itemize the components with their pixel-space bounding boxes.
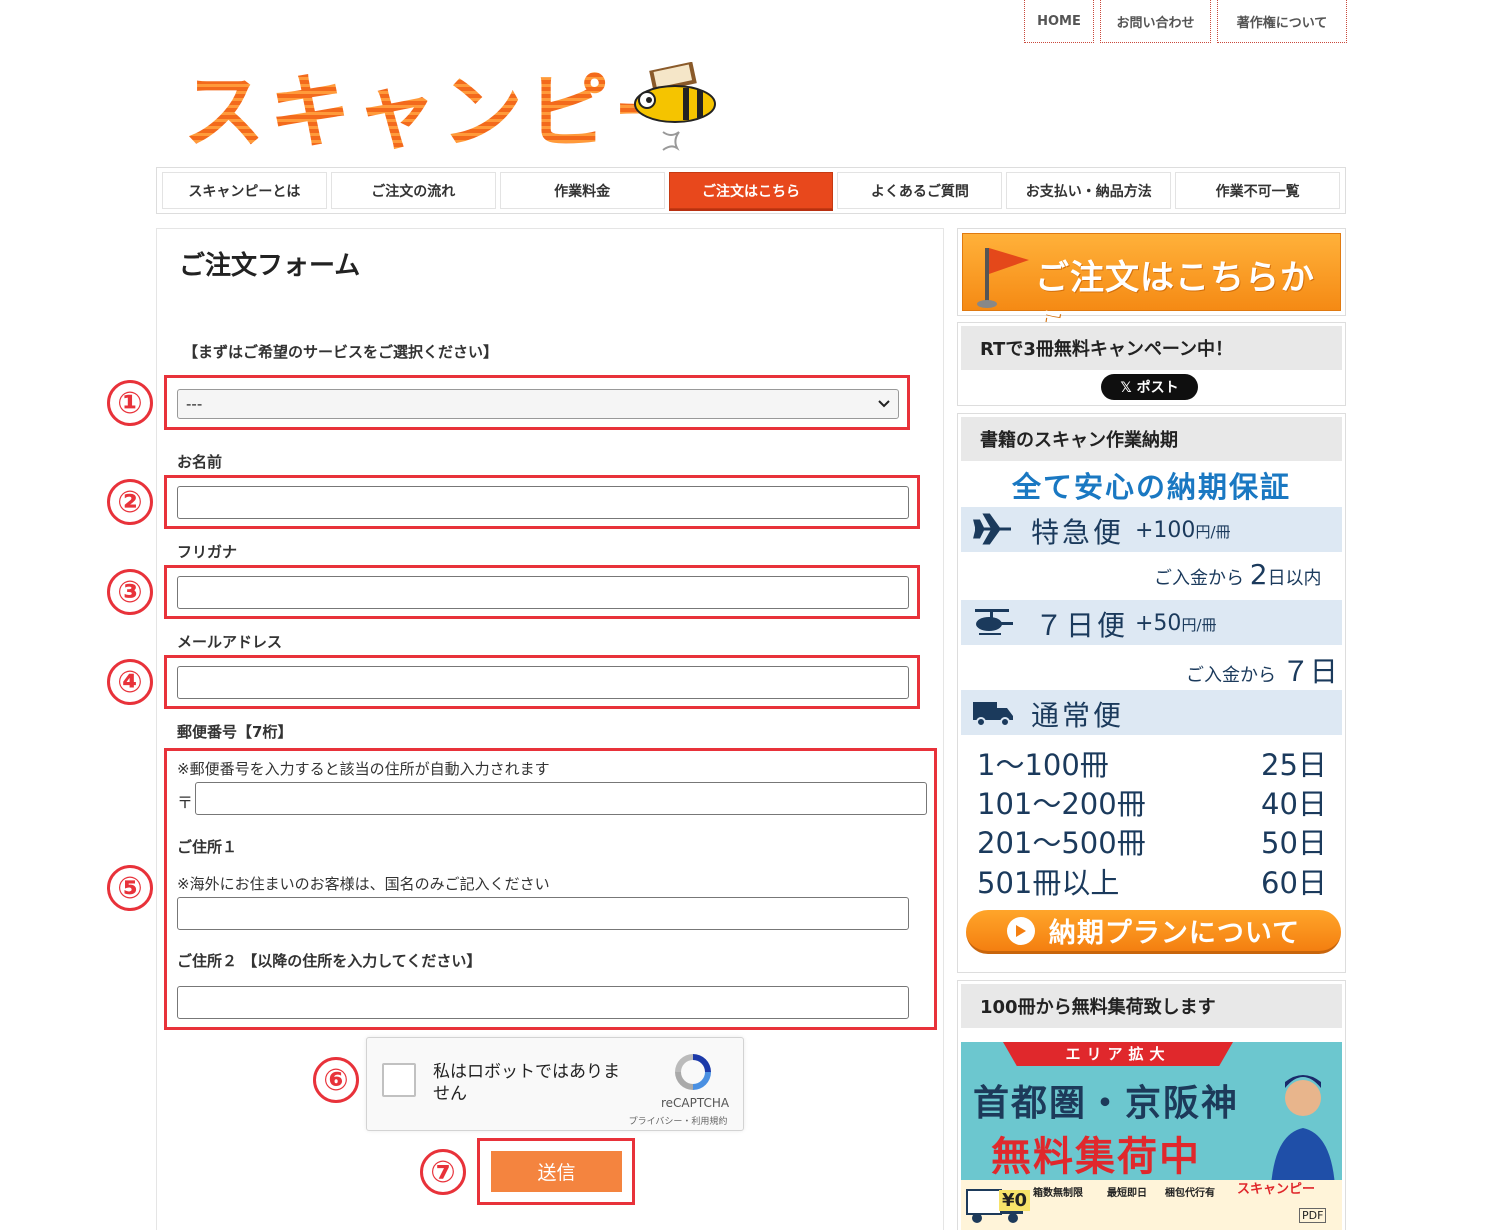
pickup-ribbon: エリア拡大 <box>1003 1042 1233 1066</box>
name-label: お名前 <box>177 453 223 471</box>
helicopter-icon <box>975 609 1013 635</box>
tier-days: 50日 <box>1261 826 1327 860</box>
express-price: +100円/冊 <box>1135 518 1231 543</box>
plan-headline: 全て安心の納期保証 <box>1011 470 1291 504</box>
annotation-number-2: ② <box>107 479 153 525</box>
nav-about[interactable]: スキャンピーとは <box>162 172 327 209</box>
annotation-box-4 <box>164 655 920 709</box>
airplane-icon <box>973 513 1011 545</box>
pickup-banner[interactable]: エリア拡大 首都圏・京阪神 無料集荷中 ¥0 箱数無制限 最短即日 梱包代行有 … <box>961 1042 1342 1230</box>
tier-range: 201〜500冊 <box>977 826 1146 860</box>
pickup-box: 100冊から無料集荷致します エリア拡大 首都圏・京阪神 無料集荷中 ¥0 箱数… <box>957 980 1346 1230</box>
annotation-number-7: ⑦ <box>420 1149 466 1195</box>
truck-icon <box>973 702 1013 727</box>
nav-not-possible[interactable]: 作業不可一覧 <box>1175 172 1341 209</box>
tier-days: 25日 <box>1261 748 1327 782</box>
tier-days: 60日 <box>1261 866 1327 900</box>
nav-order[interactable]: ご注文はこちら <box>668 172 834 209</box>
top-links: HOME お問い合わせ 著作権について <box>1024 0 1347 43</box>
annotation-box-5 <box>164 748 937 1030</box>
furigana-label: フリガナ <box>177 543 238 561</box>
nav-pricing[interactable]: 作業料金 <box>499 172 665 209</box>
recaptcha-checkbox[interactable] <box>382 1063 416 1097</box>
delivery-box: 書籍のスキャン作業納期 全て安心の納期保証 特急便 +100円/冊 ご入金から … <box>957 413 1346 973</box>
page-title: ご注文フォーム <box>179 251 361 281</box>
email-label: メールアドレス <box>177 633 283 651</box>
week-price: +50円/冊 <box>1135 611 1217 636</box>
pickup-feature: 梱包代行有 <box>1165 1188 1215 1199</box>
copyright-link[interactable]: 著作権について <box>1217 0 1347 43</box>
annotation-number-1: ① <box>107 380 153 426</box>
annotation-box-2 <box>164 475 920 529</box>
campaign-box: RTで3冊無料キャンペーン中！ 𝕏 ポスト <box>957 322 1346 406</box>
pickup-free: 無料集荷中 <box>991 1134 1201 1180</box>
week-sub: ご入金から ７日 <box>1186 655 1338 688</box>
pickup-brand: スキャンピー <box>1237 1182 1316 1197</box>
pickup-yen: ¥0 <box>999 1190 1031 1211</box>
tier-days: 40日 <box>1261 787 1327 821</box>
flag-icon <box>977 248 1029 308</box>
annotation-box-1 <box>164 375 910 430</box>
pickup-feature: 最短即日 <box>1107 1188 1147 1199</box>
play-icon <box>1006 916 1035 945</box>
nav-payment[interactable]: お支払い・納品方法 <box>1006 172 1172 209</box>
x-post-button[interactable]: 𝕏 ポスト <box>1101 374 1198 400</box>
order-banner[interactable]: ご注文はこちらから <box>957 228 1346 347</box>
annotation-number-3: ③ <box>107 569 153 615</box>
express-sub: ご入金から 2日以内 <box>1154 558 1322 591</box>
annotation-number-5: ⑤ <box>107 865 153 911</box>
delivery-plan-banner: 全て安心の納期保証 特急便 +100円/冊 ご入金から 2日以内 ７日便 +50… <box>961 462 1342 962</box>
nav-order-flow[interactable]: ご注文の流れ <box>330 172 496 209</box>
pdf-icon: PDF <box>1299 1208 1327 1223</box>
plan-week-row: ７日便 +50円/冊 <box>961 600 1342 645</box>
recaptcha-brand: reCAPTCHA <box>660 1096 730 1110</box>
staff-person-icon <box>1271 1075 1335 1186</box>
recaptcha-terms-link[interactable]: プライバシー・利用規約 <box>613 1114 743 1127</box>
delivery-title: 書籍のスキャン作業納期 <box>961 417 1342 461</box>
contact-link[interactable]: お問い合わせ <box>1100 0 1211 43</box>
submit-button[interactable]: 送信 <box>491 1151 622 1192</box>
pickup-feature: 箱数無制限 <box>1033 1188 1083 1199</box>
plan-info-label: 納期プランについて <box>1048 918 1301 949</box>
home-link[interactable]: HOME <box>1024 0 1094 43</box>
plan-info-button[interactable]: 納期プランについて <box>966 910 1341 954</box>
postal-label: 郵便番号【7桁】 <box>177 723 293 741</box>
normal-name: 通常便 <box>1031 699 1125 732</box>
plan-normal-row: 通常便 <box>961 690 1342 735</box>
main-nav: スキャンピーとは ご注文の流れ 作業料金 ご注文はこちら よくあるご質問 お支払… <box>156 167 1346 214</box>
week-name: ７日便 <box>1035 609 1129 642</box>
annotation-box-3 <box>164 565 920 619</box>
pickup-area: 首都圏・京阪神 <box>973 1083 1240 1124</box>
recaptcha-widget: 私はロボットではありません reCAPTCHA プライバシー・利用規約 <box>366 1037 744 1131</box>
recaptcha-logo-icon <box>675 1054 711 1090</box>
nav-faq[interactable]: よくあるご質問 <box>837 172 1003 209</box>
bee-mascot-icon <box>634 62 716 151</box>
service-label: 【まずはご希望のサービスをご選択ください】 <box>183 343 499 361</box>
pickup-title: 100冊から無料集荷致します <box>961 984 1342 1028</box>
tier-range: 501冊以上 <box>977 866 1120 900</box>
tier-range: 1〜100冊 <box>977 748 1109 782</box>
plan-express-row: 特急便 +100円/冊 <box>961 507 1342 552</box>
express-name: 特急便 <box>1031 516 1125 549</box>
pickup-features: ¥0 箱数無制限 最短即日 梱包代行有 スキャンピー PDF <box>961 1180 1342 1230</box>
campaign-title: RTで3冊無料キャンペーン中！ <box>961 326 1342 370</box>
recaptcha-label: 私はロボットではありません <box>433 1062 620 1104</box>
site-logo[interactable]: スキャンピー <box>183 62 723 162</box>
annotation-number-6: ⑥ <box>313 1057 359 1103</box>
tier-range: 101〜200冊 <box>977 787 1146 821</box>
annotation-number-4: ④ <box>107 659 153 705</box>
